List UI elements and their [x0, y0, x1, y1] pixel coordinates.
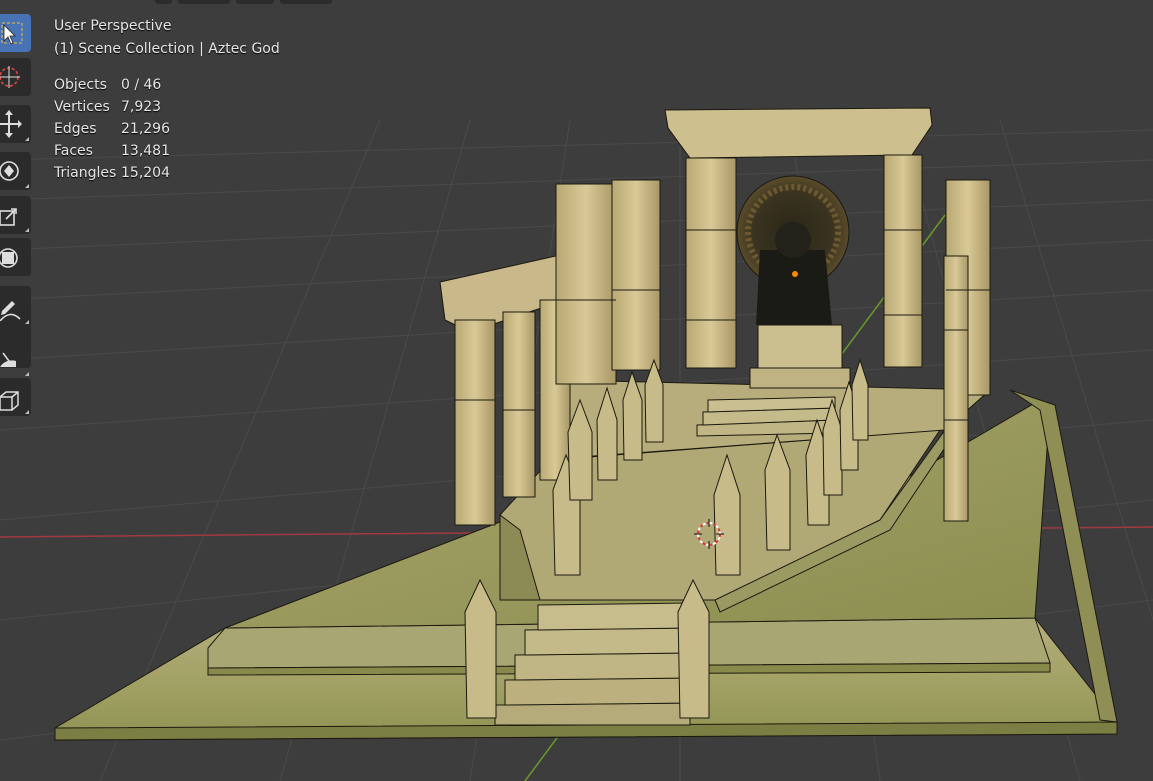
header-tab[interactable] — [236, 0, 274, 4]
stat-label: Objects — [54, 77, 107, 93]
add-cube-icon — [0, 391, 19, 411]
stat-value: 21,296 — [121, 121, 170, 137]
annotate-icon — [0, 301, 21, 321]
stat-vertices: Vertices 7,923 — [54, 98, 214, 120]
add-cube-tool[interactable] — [0, 378, 31, 416]
stat-label: Triangles — [54, 165, 117, 181]
measure-icon — [0, 352, 16, 367]
header-tab[interactable] — [280, 0, 332, 4]
rotate-icon — [0, 161, 19, 181]
stat-label: Vertices — [54, 99, 110, 115]
view-name: User Perspective — [54, 18, 172, 34]
stat-value: 15,204 — [121, 165, 170, 181]
header-tab[interactable] — [178, 0, 230, 4]
viewport-info: User Perspective (1) Scene Collection | … — [54, 17, 280, 63]
rotate-tool[interactable] — [0, 152, 31, 190]
stat-label: Faces — [54, 143, 93, 159]
header-tabs-strip — [0, 0, 340, 6]
stat-edges: Edges 21,296 — [54, 120, 214, 142]
3d-viewport[interactable]: User Perspective (1) Scene Collection | … — [0, 0, 1153, 781]
stat-value: 13,481 — [121, 143, 170, 159]
select-box-tool[interactable] — [0, 14, 31, 52]
cursor-tool[interactable] — [0, 58, 31, 96]
measure-tool[interactable] — [0, 340, 31, 378]
stat-value: 0 / 46 — [121, 77, 162, 93]
cursor-icon — [0, 66, 20, 88]
transform-tool[interactable] — [0, 238, 31, 276]
stat-triangles: Triangles 15,204 — [54, 164, 214, 186]
stat-value: 7,923 — [121, 99, 162, 115]
transform-icon — [0, 248, 18, 268]
scene-statistics: Objects 0 / 46 Vertices 7,923 Edges 21,2… — [54, 76, 214, 186]
scale-icon — [0, 208, 17, 226]
aztec-god-statue[interactable] — [736, 175, 851, 389]
collection-info: (1) Scene Collection | Aztec God — [54, 41, 280, 57]
select-box-icon — [1, 22, 23, 45]
move-tool[interactable] — [0, 105, 31, 143]
stat-label: Edges — [54, 121, 97, 137]
stat-objects: Objects 0 / 46 — [54, 76, 214, 98]
move-icon — [0, 110, 22, 138]
scale-tool[interactable] — [0, 196, 31, 234]
header-tab[interactable] — [155, 0, 172, 4]
stat-faces: Faces 13,481 — [54, 142, 214, 164]
